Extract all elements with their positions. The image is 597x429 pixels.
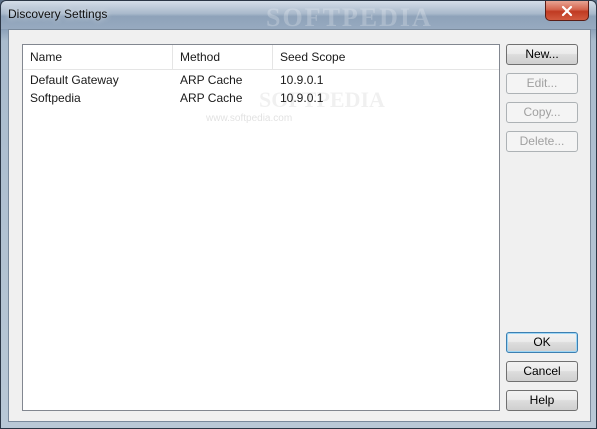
column-header-method[interactable]: Method — [173, 45, 273, 69]
help-button[interactable]: Help — [506, 390, 578, 411]
cell-name: Default Gateway — [30, 73, 119, 87]
cell-seed-scope: 10.9.0.1 — [280, 73, 324, 87]
cell-name: Softpedia — [30, 91, 81, 105]
delete-button[interactable]: Delete... — [506, 131, 578, 152]
list-header: Name Method Seed Scope — [23, 45, 499, 70]
discovery-list-view[interactable]: Name Method Seed Scope SOFTPEDIA www.sof… — [22, 44, 500, 411]
watermark-url: www.softpedia.com — [206, 113, 293, 124]
cell-method: ARP Cache — [180, 91, 243, 105]
window-title: Discovery Settings — [8, 7, 108, 21]
edit-button[interactable]: Edit... — [506, 73, 578, 94]
column-header-name[interactable]: Name — [23, 45, 173, 69]
cell-seed-scope: 10.9.0.1 — [280, 91, 324, 105]
table-row[interactable]: Default Gateway ARP Cache 10.9.0.1 — [23, 71, 499, 89]
title-bar[interactable]: Discovery Settings SOFTPEDIA — [1, 1, 596, 32]
cell-method: ARP Cache — [180, 73, 243, 87]
close-icon — [561, 5, 573, 16]
dialog-client-area: Name Method Seed Scope SOFTPEDIA www.sof… — [8, 29, 591, 422]
ok-button[interactable]: OK — [506, 332, 578, 353]
discovery-settings-window: Discovery Settings SOFTPEDIA Name Method… — [0, 0, 597, 429]
column-header-seed-scope[interactable]: Seed Scope — [273, 45, 499, 69]
copy-button[interactable]: Copy... — [506, 102, 578, 123]
table-row[interactable]: Softpedia ARP Cache 10.9.0.1 — [23, 89, 499, 107]
list-body: Default Gateway ARP Cache 10.9.0.1 Softp… — [23, 71, 499, 107]
cancel-button[interactable]: Cancel — [506, 361, 578, 382]
close-button[interactable] — [545, 1, 589, 21]
new-button[interactable]: New... — [506, 44, 578, 65]
